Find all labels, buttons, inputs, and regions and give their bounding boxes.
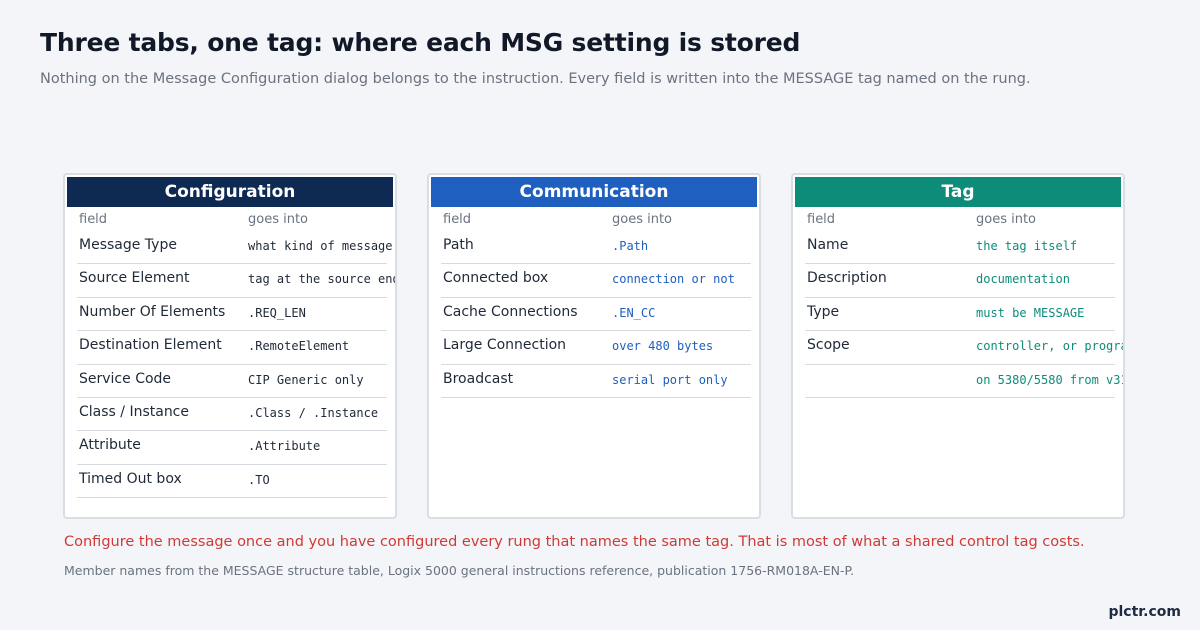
table-row: Cache Connections .EN_CC xyxy=(441,298,751,332)
field-list: Name the tag itself Description documentati… xyxy=(805,231,1123,398)
goes-into-value: CIP Generic only xyxy=(248,372,364,387)
field-name: Timed Out box xyxy=(79,470,182,487)
goes-into-value: connection or not xyxy=(612,272,735,287)
table-row: Class / Instance .Class / .Instance xyxy=(77,398,387,432)
table-row: Message Type what kind of message xyxy=(77,231,393,265)
field-name: Type xyxy=(807,303,840,320)
field-name: Scope xyxy=(807,337,850,354)
table-row: Source Element tag at the source end xyxy=(77,264,395,298)
table-row: Service Code CIP Generic only xyxy=(77,365,387,398)
card-communication: Communication field goes into Path .Path Conn… xyxy=(427,173,761,519)
field-name: Number Of Elements xyxy=(79,303,226,320)
goes-into-value: serial port only xyxy=(612,372,728,387)
column-header-field: field xyxy=(807,212,836,227)
goes-into-value: .RemoteElement xyxy=(248,339,350,354)
field-name: Message Type xyxy=(79,237,177,253)
table-row: Broadcast serial port only xyxy=(441,365,751,398)
field-name: Name xyxy=(807,237,849,253)
field-list: Message Type what kind of message Source E… xyxy=(77,231,395,499)
field-name: Destination Element xyxy=(79,337,222,354)
goes-into-value: must be MESSAGE xyxy=(976,305,1085,320)
goes-into-value: .Attribute xyxy=(248,439,321,454)
card-header: Communication xyxy=(431,177,757,207)
field-name: Source Element xyxy=(79,270,190,287)
goes-into-value: documentation xyxy=(976,272,1070,287)
table-row: Name the tag itself xyxy=(805,231,1115,265)
goes-into-value: .EN_CC xyxy=(612,305,656,320)
field-name: Description xyxy=(807,270,887,287)
goes-into-value: tag at the source end xyxy=(248,272,397,287)
field-list: Path .Path Connected box connection or not C… xyxy=(441,231,751,398)
field-name: Class / Instance xyxy=(79,403,189,420)
field-name: Connected box xyxy=(443,270,549,287)
goes-into-value: .Path xyxy=(612,239,649,253)
column-header-goes-into: goes into xyxy=(612,212,673,227)
field-name: Service Code xyxy=(79,370,172,387)
table-row: Scope controller, or program xyxy=(805,331,1123,365)
field-name: Attribute xyxy=(79,437,141,454)
goes-into-value: .Class / .Instance xyxy=(248,405,379,420)
column-header-field: field xyxy=(443,212,472,227)
goes-into-value: the tag itself xyxy=(976,239,1078,253)
goes-into-value: over 480 bytes xyxy=(612,339,714,354)
table-row: Type must be MESSAGE xyxy=(805,298,1115,332)
column-header-field: field xyxy=(79,212,108,227)
goes-into-value: on 5380/5580 from v31 xyxy=(976,372,1125,387)
table-row: on 5380/5580 from v31 xyxy=(805,365,1123,398)
column-header-goes-into: goes into xyxy=(248,212,309,227)
field-name: Path xyxy=(443,237,474,253)
table-row: Path .Path xyxy=(441,231,751,265)
table-row: Number Of Elements .REQ_LEN xyxy=(77,298,387,332)
table-row: Connected box connection or not xyxy=(441,264,751,298)
field-name: Large Connection xyxy=(443,337,567,354)
footer-note: Configure the message once and you have … xyxy=(64,534,1085,550)
goes-into-value: .REQ_LEN xyxy=(248,305,306,320)
table-row: Description documentation xyxy=(805,264,1115,298)
goes-into-value: controller, or program xyxy=(976,339,1125,354)
page-subtitle: Nothing on the Message Configuration dia… xyxy=(40,71,1031,87)
card-tag: Tag field goes into Name the tag itself Descr… xyxy=(791,173,1125,519)
table-row: Large Connection over 480 bytes xyxy=(441,331,751,365)
column-header-goes-into: goes into xyxy=(976,212,1037,227)
card-configuration: Configuration field goes into Message Type w… xyxy=(63,173,397,519)
table-row: Destination Element .RemoteElement xyxy=(77,331,387,365)
brand-logo-text: plctr.com xyxy=(1108,604,1181,620)
field-name: Broadcast xyxy=(443,370,514,387)
card-header: Configuration xyxy=(67,177,393,207)
goes-into-value: .TO xyxy=(248,472,270,487)
card-header: Tag xyxy=(795,177,1121,207)
goes-into-value: what kind of message xyxy=(248,239,393,253)
source-citation: Member names from the MESSAGE structure … xyxy=(64,563,855,578)
page-title: Three tabs, one tag: where each MSG sett… xyxy=(40,28,801,57)
field-name: Cache Connections xyxy=(443,303,578,320)
table-row: Timed Out box .TO xyxy=(77,465,387,499)
table-row: Attribute .Attribute xyxy=(77,431,387,465)
